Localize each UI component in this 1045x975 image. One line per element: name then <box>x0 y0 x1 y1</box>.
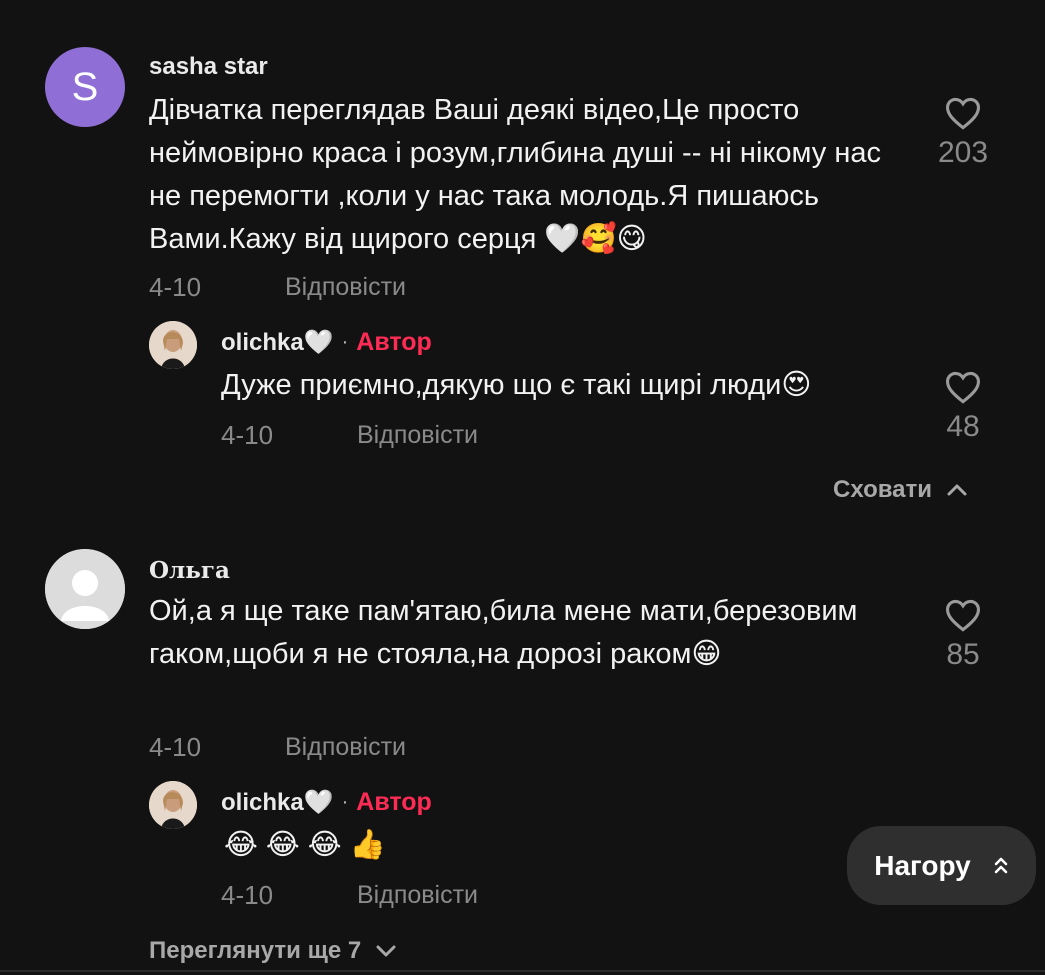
comment-text: Дівчатка переглядав Ваші деякі відео,Це … <box>149 94 881 255</box>
heart-icon <box>945 371 981 404</box>
hide-replies-button[interactable]: Сховати <box>833 476 968 504</box>
like-button[interactable]: 48 <box>922 370 1004 444</box>
back-to-top-button[interactable]: Нагору <box>847 826 1036 905</box>
comment-username[interactable]: Ольга <box>149 557 230 584</box>
reply-text: Дуже приємно,дякую що є такі щирі люди😍 <box>221 369 812 401</box>
author-badge: Автор <box>356 327 432 356</box>
avatar[interactable] <box>45 549 125 629</box>
heart-icon <box>945 599 981 632</box>
avatar-letter: S <box>71 64 99 109</box>
separator: · <box>341 330 349 353</box>
back-to-top-label: Нагору <box>874 849 971 881</box>
like-count: 203 <box>937 136 989 169</box>
hide-label: Сховати <box>833 476 933 503</box>
reply-button[interactable]: Відповісти <box>285 273 406 302</box>
like-button[interactable]: 85 <box>922 598 1004 672</box>
like-count: 85 <box>946 638 980 671</box>
like-count: 48 <box>946 410 980 443</box>
default-user-icon <box>45 549 125 629</box>
comment-username[interactable]: sasha star <box>149 53 268 81</box>
avatar[interactable] <box>149 781 197 829</box>
reply-header: olichka🤍 · Автор <box>221 326 432 358</box>
like-button[interactable]: 203 <box>922 96 1004 170</box>
bottom-divider <box>0 970 1045 972</box>
reply-button[interactable]: Відповісти <box>285 733 406 762</box>
chevron-down-icon <box>376 945 396 957</box>
avatar[interactable]: S <box>45 47 125 127</box>
view-more-replies-button[interactable]: Переглянути ще 7 <box>149 937 397 965</box>
reply-username[interactable]: olichka🤍 <box>221 788 334 817</box>
separator: · <box>341 790 349 813</box>
heart-icon <box>945 97 981 130</box>
comment-text: Ой,а я ще таке пам'ятаю,била мене мати,б… <box>149 595 858 670</box>
view-more-label: Переглянути ще 7 <box>149 937 362 964</box>
reply-username[interactable]: olichka🤍 <box>221 328 334 357</box>
reply-date: 4-10 <box>221 420 274 450</box>
comment-date: 4-10 <box>149 272 202 302</box>
reply-text: 😂😂😂👍 <box>224 829 394 861</box>
double-chevron-up-icon <box>994 857 1008 873</box>
profile-photo <box>149 321 197 369</box>
reply-date: 4-10 <box>221 880 274 910</box>
profile-photo <box>149 781 197 829</box>
chevron-up-icon <box>947 484 967 496</box>
reply-button[interactable]: Відповісти <box>357 421 478 450</box>
avatar[interactable] <box>149 321 197 369</box>
comment-date: 4-10 <box>149 732 202 762</box>
reply-button[interactable]: Відповісти <box>357 881 478 910</box>
author-badge: Автор <box>356 787 432 816</box>
reply-header: olichka🤍 · Автор <box>221 786 432 818</box>
